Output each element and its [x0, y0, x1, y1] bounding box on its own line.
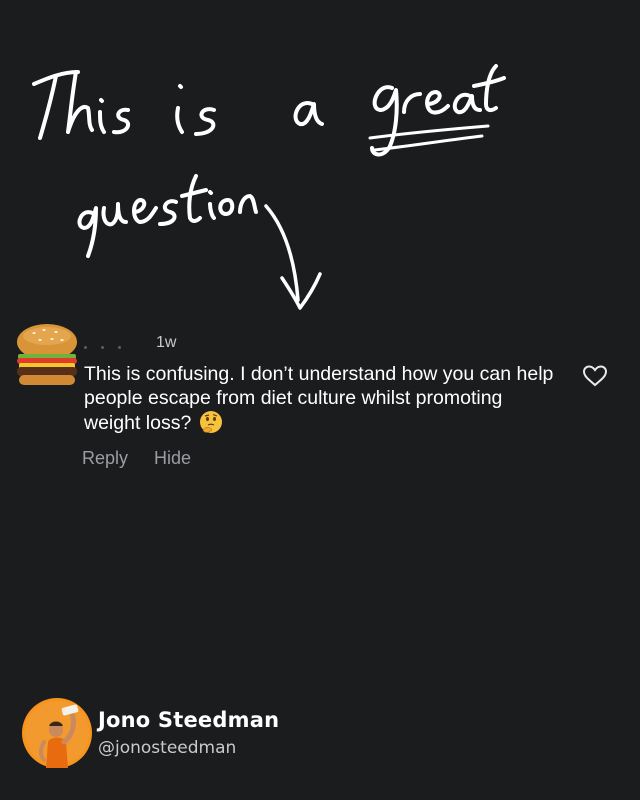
comment-text: This is confusing. I don’t understand ho… — [84, 363, 554, 434]
reply-button[interactable]: Reply — [82, 448, 128, 469]
handwritten-annotation — [0, 0, 640, 330]
handwritten-text-this-is-a-great-question — [32, 64, 506, 310]
username-redacted — [84, 339, 150, 350]
avatar[interactable] — [22, 698, 92, 768]
comment-meta: 1w — [84, 334, 176, 352]
hide-button[interactable]: Hide — [154, 448, 191, 469]
author-handle: @jonosteedman — [98, 738, 237, 758]
comment-body: This is confusing. I don’t understand ho… — [84, 362, 564, 435]
comment-age: 1w — [156, 334, 177, 351]
hamburger-icon[interactable] — [14, 320, 80, 390]
heart-icon[interactable] — [582, 364, 608, 388]
comment-actions: Reply Hide — [82, 448, 191, 469]
thinking-face-icon — [199, 410, 223, 434]
author-name: Jono Steedman — [98, 708, 280, 732]
